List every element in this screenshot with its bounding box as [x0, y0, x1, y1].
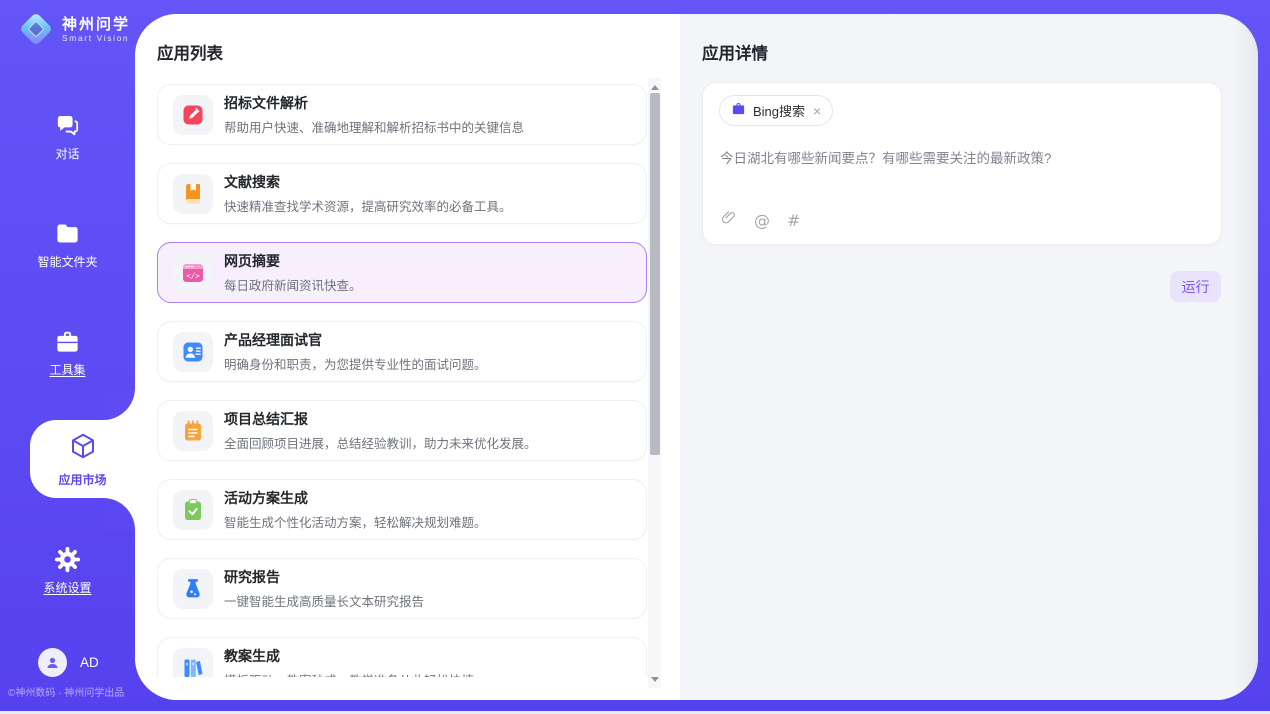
prompt-card: Bing搜索 × 今日湖北有哪些新闻要点？有哪些需要关注的最新政策? @ #: [702, 82, 1222, 245]
app-card-text: 网页摘要每日政府新闻资讯快查。: [224, 251, 362, 294]
app-description: 明确身份和职责，为您提供专业性的面试问题。: [224, 354, 487, 373]
sidebar-item-settings[interactable]: 系统设置: [0, 546, 135, 596]
app-description: 全面回顾项目进展，总结经验教训，助力未来优化发展。: [224, 433, 537, 452]
app-description: 模板驱动，教案秒成，教学准备从此轻松快捷: [224, 670, 474, 677]
clipboard-check-icon: [173, 490, 213, 530]
sidebar-item-chat[interactable]: 对话: [0, 112, 135, 162]
app-card-text: 活动方案生成智能生成个性化活动方案，轻松解决规划难题。: [224, 488, 487, 531]
query-input[interactable]: 今日湖北有哪些新闻要点？有哪些需要关注的最新政策?: [720, 147, 1200, 167]
app-card-4[interactable]: 产品经理面试官明确身份和职责，为您提供专业性的面试问题。: [157, 321, 647, 382]
tab-curve-bottom: [103, 498, 135, 530]
sidebar: 神州问学 Smart Vision 应用市场 对话智能文件夹工具集系统设置 AD…: [0, 0, 135, 714]
main-content-card: 应用列表 招标文件解析帮助用户快速、准确地理解和解析招标书中的关键信息文献搜索快…: [135, 14, 1258, 700]
browser-code-icon: </>: [173, 253, 213, 293]
logo-title: 神州问学: [62, 16, 130, 33]
app-name: 文献搜索: [224, 172, 512, 192]
hash-icon[interactable]: #: [787, 211, 800, 230]
paperclip-icon[interactable]: [720, 209, 737, 231]
app-list-scrollbar[interactable]: [648, 78, 661, 688]
app-name: 招标文件解析: [224, 93, 524, 113]
app-card-2[interactable]: 文献搜索快速精准查找学术资源，提高研究效率的必备工具。: [157, 163, 647, 224]
sidebar-item-label: 系统设置: [43, 579, 91, 596]
app-name: 活动方案生成: [224, 488, 487, 508]
app-card-1[interactable]: 招标文件解析帮助用户快速、准确地理解和解析招标书中的关键信息: [157, 84, 647, 145]
app-name: 教案生成: [224, 646, 474, 666]
app-description: 一键智能生成高质量长文本研究报告: [224, 591, 424, 610]
app-name: 产品经理面试官: [224, 330, 487, 350]
app-list-panel: 应用列表 招标文件解析帮助用户快速、准确地理解和解析招标书中的关键信息文献搜索快…: [135, 14, 680, 700]
app-description: 每日政府新闻资讯快查。: [224, 275, 362, 294]
app-card-8[interactable]: 教案生成模板驱动，教案秒成，教学准备从此轻松快捷: [157, 637, 647, 677]
attachment-toolbar: @ #: [720, 209, 800, 231]
sidebar-item-label: 智能文件夹: [37, 253, 97, 270]
app-card-5[interactable]: 项目总结汇报全面回顾项目进展，总结经验教训，助力未来优化发展。: [157, 400, 647, 461]
copyright-text: ©神州数码 · 神州问学出品: [8, 684, 124, 699]
logo-subtitle: Smart Vision: [62, 33, 130, 43]
app-card-text: 文献搜索快速精准查找学术资源，提高研究效率的必备工具。: [224, 172, 512, 215]
gear-icon: [54, 546, 81, 573]
app-card-text: 产品经理面试官明确身份和职责，为您提供专业性的面试问题。: [224, 330, 487, 373]
app-logo: 神州问学 Smart Vision: [18, 11, 130, 47]
notepad-icon: [173, 411, 213, 451]
close-icon[interactable]: ×: [813, 104, 821, 118]
app-detail-title: 应用详情: [702, 40, 768, 64]
app-name: 研究报告: [224, 567, 424, 587]
app-list-title: 应用列表: [157, 40, 223, 64]
app-description: 快速精准查找学术资源，提高研究效率的必备工具。: [224, 196, 512, 215]
books-icon: [173, 648, 213, 678]
scroll-down-icon[interactable]: [648, 672, 661, 686]
sidebar-item-smart-folder[interactable]: 智能文件夹: [0, 220, 135, 270]
app-card-3[interactable]: </> 网页摘要每日政府新闻资讯快查。: [157, 242, 647, 303]
sidebar-item-app-market[interactable]: 应用市场: [30, 420, 135, 498]
chat-icon: [54, 112, 81, 139]
sidebar-item-label: 对话: [55, 145, 79, 162]
app-list: 招标文件解析帮助用户快速、准确地理解和解析招标书中的关键信息文献搜索快速精准查找…: [157, 80, 647, 677]
book-icon: [173, 174, 213, 214]
app-window: { "app": { "logo_title": "神州问学", "logo_s…: [0, 0, 1270, 714]
app-detail-panel: 应用详情 Bing搜索 × 今日湖北有哪些新闻要点？有哪些需要关注的最新政策? …: [680, 14, 1258, 700]
app-card-text: 招标文件解析帮助用户快速、准确地理解和解析招标书中的关键信息: [224, 93, 524, 136]
briefcase-icon: [731, 101, 746, 121]
at-icon[interactable]: @: [754, 211, 770, 230]
folder-icon: [54, 220, 81, 247]
app-description: 帮助用户快速、准确地理解和解析招标书中的关键信息: [224, 117, 524, 136]
app-card-6[interactable]: 活动方案生成智能生成个性化活动方案，轻松解决规划难题。: [157, 479, 647, 540]
avatar: [38, 648, 67, 677]
sidebar-item-label: 工具集: [49, 361, 85, 378]
cube-icon: [68, 431, 98, 466]
scrollbar-thumb[interactable]: [650, 93, 660, 455]
svg-text:</>: </>: [186, 271, 200, 280]
scroll-up-icon[interactable]: [648, 80, 661, 94]
app-card-7[interactable]: 研究报告一键智能生成高质量长文本研究报告: [157, 558, 647, 619]
tab-curve-top: [103, 388, 135, 420]
logo-diamond-icon: [18, 11, 54, 47]
app-card-text: 项目总结汇报全面回顾项目进展，总结经验教训，助力未来优化发展。: [224, 409, 537, 452]
sidebar-item-toolset[interactable]: 工具集: [0, 328, 135, 378]
pen-square-icon: [173, 95, 213, 135]
tool-chip-label: Bing搜索: [753, 101, 805, 120]
run-button[interactable]: 运行: [1170, 271, 1221, 302]
app-description: 智能生成个性化活动方案，轻松解决规划难题。: [224, 512, 487, 531]
user-account[interactable]: AD: [38, 648, 99, 677]
tool-chip-bing-search[interactable]: Bing搜索 ×: [719, 95, 833, 126]
user-initials: AD: [80, 655, 99, 670]
app-name: 项目总结汇报: [224, 409, 537, 429]
briefcase-icon: [54, 328, 81, 355]
flask-icon: [173, 569, 213, 609]
app-name: 网页摘要: [224, 251, 362, 271]
app-card-text: 研究报告一键智能生成高质量长文本研究报告: [224, 567, 424, 610]
app-card-text: 教案生成模板驱动，教案秒成，教学准备从此轻松快捷: [224, 646, 474, 677]
sidebar-item-label: 应用市场: [58, 471, 106, 488]
person-doc-icon: [173, 332, 213, 372]
